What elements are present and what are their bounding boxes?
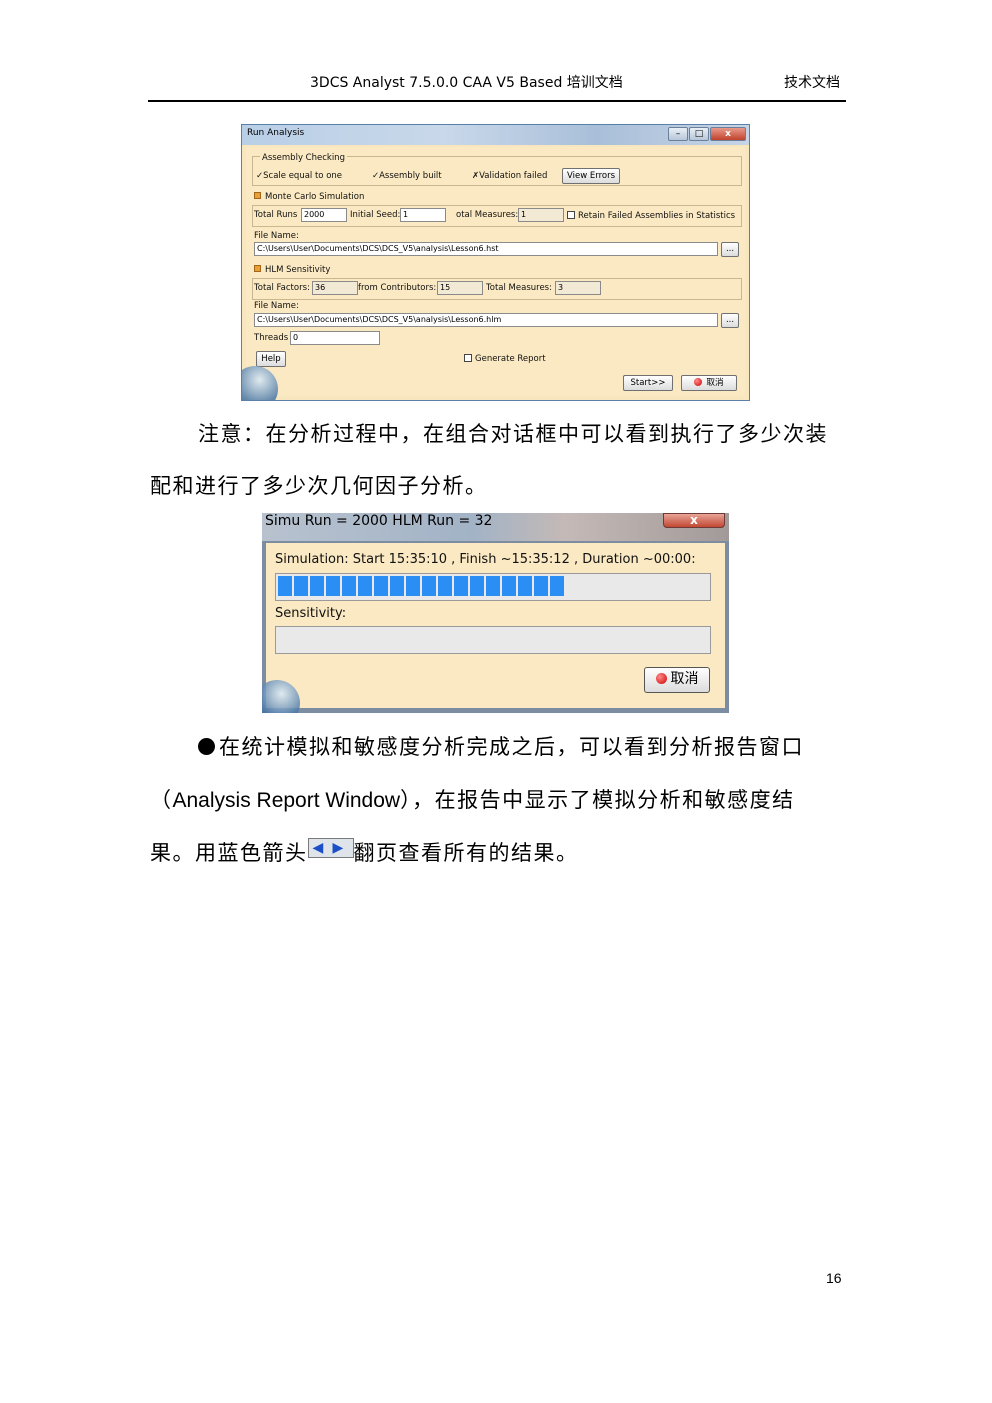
page-number: 16 bbox=[826, 1270, 842, 1286]
total-measures-label: otal Measures: bbox=[456, 210, 519, 220]
validation-failed-status: ✗Validation failed bbox=[472, 171, 548, 181]
initial-seed-label: Initial Seed: bbox=[350, 210, 401, 220]
sensitivity-label: Sensitivity: bbox=[275, 606, 347, 621]
hlm-total-measures-field: 3 bbox=[555, 281, 601, 295]
header-doc-type: 技术文档 bbox=[784, 75, 840, 91]
simu-cancel-button[interactable]: 取消 bbox=[644, 667, 710, 693]
cancel-icon bbox=[694, 378, 703, 386]
from-contributors-label: from Contributors: bbox=[358, 283, 437, 293]
hlm-file-name-label: File Name: bbox=[254, 301, 299, 311]
run-analysis-window: Run Analysis – □ x Assembly Checking ✓Sc… bbox=[241, 124, 750, 401]
progress-segment bbox=[518, 576, 532, 596]
assembly-built-status: ✓Assembly built bbox=[372, 171, 442, 181]
run-analysis-body: Assembly Checking ✓Scale equal to one ✓A… bbox=[242, 147, 745, 400]
threads-label: Threads bbox=[254, 333, 289, 343]
progress-segment bbox=[278, 576, 292, 596]
progress-segment bbox=[390, 576, 404, 596]
hlm-file-field[interactable]: C:\Users\User\Documents\DCS\DCS_V5\analy… bbox=[254, 313, 718, 327]
progress-segment bbox=[486, 576, 500, 596]
mc-browse-button[interactable]: ... bbox=[721, 242, 739, 257]
threads-field[interactable]: 0 bbox=[290, 331, 380, 345]
simu-run-titlebar: Simu Run = 2000 HLM Run = 32 x bbox=[262, 513, 729, 541]
hlm-total-measures-label: Total Measures: bbox=[486, 283, 552, 293]
total-factors-field: 36 bbox=[312, 281, 358, 295]
header-rule bbox=[148, 100, 846, 102]
section-bullet-icon bbox=[254, 265, 261, 272]
total-measures-field: 1 bbox=[518, 208, 564, 222]
cancel-icon bbox=[655, 673, 667, 684]
mc-file-field[interactable]: C:\Users\User\Documents\DCS\DCS_V5\analy… bbox=[254, 242, 718, 256]
hlm-sensitivity-header: HLM Sensitivity bbox=[254, 265, 330, 275]
paragraph-note-line1: 注意：在分析过程中，在组合对话框中可以看到执行了多少次装 bbox=[198, 422, 828, 446]
progress-segment bbox=[534, 576, 548, 596]
run-analysis-titlebar: Run Analysis – □ x bbox=[242, 125, 749, 145]
assembly-checking-label: Assembly Checking bbox=[260, 153, 347, 163]
hlm-browse-button[interactable]: ... bbox=[721, 313, 739, 328]
paragraph-note-line2: 配和进行了多少次几何因子分析。 bbox=[150, 474, 488, 498]
total-runs-label: Total Runs bbox=[254, 210, 298, 220]
progress-segment bbox=[374, 576, 388, 596]
minimize-icon[interactable]: – bbox=[668, 127, 688, 141]
start-button[interactable]: Start>> bbox=[623, 375, 673, 391]
run-analysis-title: Run Analysis bbox=[247, 128, 305, 138]
paragraph-report-line1: 在统计模拟和敏感度分析完成之后，可以看到分析报告窗口 bbox=[198, 731, 804, 761]
progress-segment bbox=[326, 576, 340, 596]
simulation-progress-bar bbox=[275, 573, 711, 601]
progress-segment bbox=[438, 576, 452, 596]
bullet-dot-icon bbox=[198, 738, 215, 755]
progress-segment bbox=[358, 576, 372, 596]
retain-failed-option[interactable]: Retain Failed Assemblies in Statistics bbox=[567, 211, 735, 221]
globe-logo bbox=[242, 366, 278, 400]
simulation-status-text: Simulation: Start 15:35:10 , Finish ~15:… bbox=[275, 552, 696, 567]
progress-segment bbox=[294, 576, 308, 596]
simu-run-title: Simu Run = 2000 HLM Run = 32 bbox=[265, 513, 493, 529]
total-runs-field[interactable]: 2000 bbox=[301, 208, 347, 222]
generate-report-option[interactable]: Generate Report bbox=[464, 354, 546, 364]
view-errors-button[interactable]: View Errors bbox=[562, 168, 620, 184]
cancel-button[interactable]: 取消 bbox=[681, 375, 737, 391]
progress-segment bbox=[310, 576, 324, 596]
generate-report-checkbox[interactable] bbox=[464, 354, 472, 362]
blue-arrows-icon: ◀ ▶ bbox=[307, 838, 354, 858]
close-icon[interactable]: x bbox=[710, 127, 746, 141]
maximize-icon[interactable]: □ bbox=[689, 127, 709, 141]
retain-failed-checkbox[interactable] bbox=[567, 211, 575, 219]
progress-segment bbox=[454, 576, 468, 596]
progress-segment bbox=[502, 576, 516, 596]
globe-logo bbox=[262, 680, 300, 713]
paragraph-report-line3: 果。用蓝色箭头 ◀ ▶ 翻页查看所有的结果。 bbox=[150, 838, 579, 865]
scale-equal-status: ✓Scale equal to one bbox=[256, 171, 343, 181]
from-contributors-field: 15 bbox=[437, 281, 483, 295]
header-title: 3DCS Analyst 7.5.0.0 CAA V5 Based 培训文档 bbox=[310, 75, 623, 91]
progress-segment bbox=[422, 576, 436, 596]
section-bullet-icon bbox=[254, 192, 261, 199]
mc-file-name-label: File Name: bbox=[254, 231, 299, 241]
paragraph-report-line2: （Analysis Report Window），在报告中显示了模拟分析和敏感度… bbox=[150, 788, 795, 812]
initial-seed-field[interactable]: 1 bbox=[400, 208, 446, 222]
progress-segment bbox=[342, 576, 356, 596]
monte-carlo-header: Monte Carlo Simulation bbox=[254, 192, 364, 202]
sensitivity-progress-bar bbox=[275, 626, 711, 654]
help-button[interactable]: Help bbox=[256, 351, 286, 367]
total-factors-label: Total Factors: bbox=[254, 283, 310, 293]
close-icon[interactable]: x bbox=[663, 513, 725, 528]
progress-segment bbox=[470, 576, 484, 596]
progress-segment bbox=[406, 576, 420, 596]
progress-segment bbox=[550, 576, 564, 596]
